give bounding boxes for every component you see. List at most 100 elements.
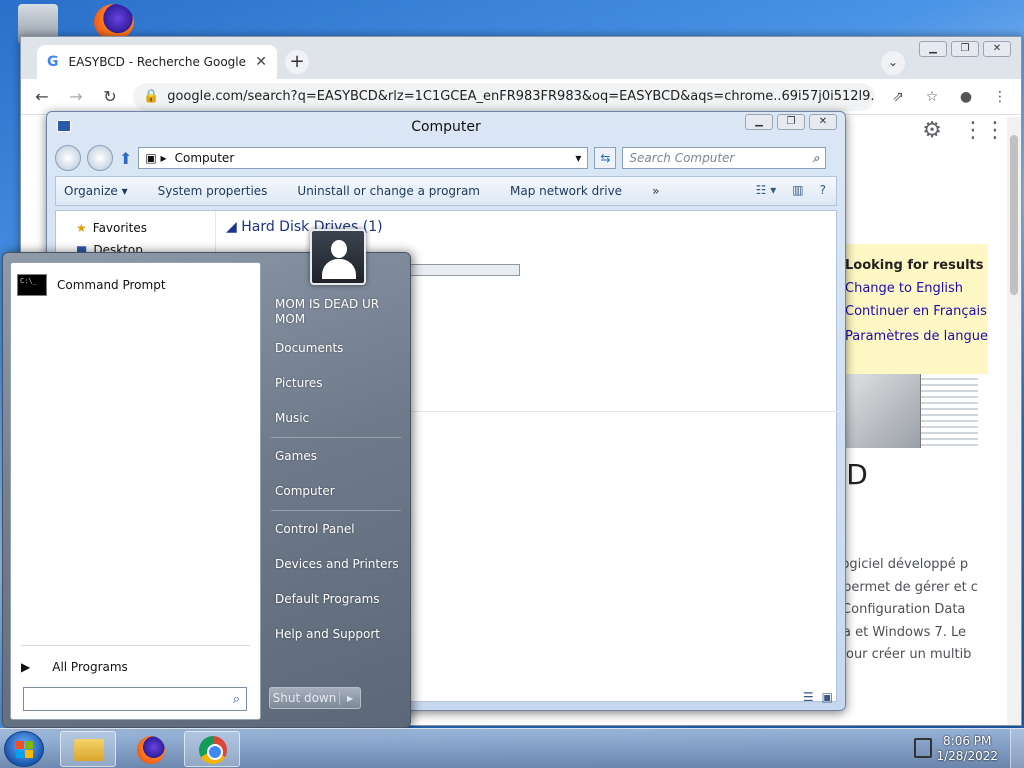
bookmark-star-icon[interactable]: ☆ — [921, 89, 943, 105]
help-icon[interactable]: ? — [820, 183, 826, 197]
disk-usage-bar — [402, 264, 520, 276]
change-to-english-link[interactable]: Change to English — [845, 281, 972, 296]
windows-logo-icon — [16, 741, 34, 759]
preview-pane-icon[interactable]: ▥ — [792, 183, 803, 197]
continue-in-french-link[interactable]: Continuer en Français — [845, 304, 987, 319]
taskbar-explorer-button[interactable] — [60, 731, 116, 767]
command-prompt-label: Command Prompt — [57, 278, 166, 292]
start-menu: C:\_ Command Prompt ▶ All Programs ⌕ MOM… — [2, 229, 411, 728]
command-prompt-item[interactable]: C:\_ Command Prompt — [15, 270, 258, 300]
firefox-desktop-icon[interactable] — [94, 4, 134, 40]
search-icon: ⌕ — [812, 150, 820, 165]
language-settings-link[interactable]: Paramètres de langue — [845, 329, 988, 344]
map-network-drive-button[interactable]: Map network drive — [510, 184, 622, 198]
chrome-icon — [199, 736, 227, 764]
lock-icon: 🔒 — [143, 89, 160, 104]
games-item[interactable]: Games — [275, 449, 405, 464]
start-search-input[interactable] — [30, 692, 233, 706]
page-scrollbar[interactable] — [1007, 117, 1021, 725]
explorer-search-box[interactable]: Search Computer ⌕ — [622, 147, 827, 169]
places-separator-2 — [271, 510, 401, 511]
taskbar-firefox-button[interactable] — [122, 731, 178, 767]
shutdown-options-arrow-icon[interactable]: ▸ — [340, 691, 360, 705]
change-view-icon[interactable]: ☷ ▾ — [756, 183, 777, 197]
refresh-button[interactable]: ⇆ — [594, 147, 617, 169]
tab-close-icon[interactable]: ✕ — [255, 54, 267, 70]
up-arrow-icon[interactable]: ⬆ — [119, 149, 132, 168]
computer-small-icon: ▣ ▸ — [145, 151, 167, 165]
start-button[interactable] — [4, 731, 44, 767]
all-programs-item[interactable]: ▶ All Programs — [21, 660, 128, 674]
explorer-window-controls: ▁ ❐ ✕ — [745, 114, 837, 130]
url-text: google.com/search?q=EASYBCD&rlz=1C1GCEA_… — [167, 89, 875, 104]
explorer-address-bar[interactable]: ▣ ▸ Computer ▾ — [138, 147, 589, 169]
help-support-item[interactable]: Help and Support — [275, 627, 405, 642]
chrome-window-controls: ▁ ❐ ✕ — [919, 41, 1011, 57]
google-header-icons: ⚙ ⋮⋮ — [922, 118, 1006, 143]
system-properties-button[interactable]: System properties — [158, 184, 268, 198]
shutdown-button[interactable]: Shut down ▸ — [269, 687, 361, 709]
explorer-titlebar[interactable]: Computer ▁ ❐ ✕ — [47, 112, 845, 142]
command-prompt-icon: C:\_ — [17, 274, 47, 296]
apps-grid-icon[interactable]: ⋮⋮ — [962, 118, 1006, 143]
forward-button[interactable] — [87, 145, 113, 171]
explorer-search-placeholder: Search Computer — [629, 151, 735, 165]
star-icon: ★ — [76, 221, 87, 235]
back-button[interactable] — [55, 145, 81, 171]
reload-icon[interactable]: ↻ — [99, 87, 121, 106]
pictures-item[interactable]: Pictures — [275, 376, 405, 391]
taskbar-chrome-button[interactable] — [184, 731, 240, 767]
documents-item[interactable]: Documents — [275, 341, 405, 356]
profile-icon[interactable]: ● — [955, 89, 977, 105]
shutdown-label: Shut down — [270, 691, 340, 705]
network-icon[interactable] — [914, 738, 932, 758]
user-avatar[interactable] — [310, 229, 366, 285]
scrollbar-thumb[interactable] — [1010, 135, 1018, 295]
maximize-button[interactable]: ❐ — [951, 41, 979, 57]
clock-date: 1/28/2022 — [936, 749, 998, 763]
programs-separator — [21, 645, 250, 646]
tab-search-button[interactable]: ⌄ — [881, 51, 905, 75]
start-menu-programs-pane: C:\_ Command Prompt ▶ All Programs ⌕ — [10, 262, 261, 720]
arrow-right-icon: ▶ — [21, 660, 31, 674]
explorer-address-row: ⬆ ▣ ▸ Computer ▾ ⇆ Search Computer ⌕ — [47, 142, 845, 174]
organize-button[interactable]: Organize ▾ — [64, 184, 128, 198]
new-tab-button[interactable]: + — [285, 50, 309, 74]
settings-gear-icon[interactable]: ⚙ — [922, 118, 942, 143]
places-separator — [271, 437, 401, 438]
user-name[interactable]: MOM IS DEAD UR MOM — [275, 297, 405, 327]
close-button[interactable]: ✕ — [983, 41, 1011, 57]
browser-tab[interactable]: G EASYBCD - Recherche Google ✕ — [37, 45, 277, 79]
address-dropdown-icon[interactable]: ▾ — [575, 151, 581, 165]
all-programs-label: All Programs — [52, 660, 128, 674]
tab-strip: G EASYBCD - Recherche Google ✕ + ⌄ ▁ ❐ ✕ — [21, 37, 1021, 79]
favorites-item[interactable]: ★ Favorites — [76, 221, 215, 235]
default-programs-item[interactable]: Default Programs — [275, 592, 405, 607]
toolbar: ← → ↻ 🔒 google.com/search?q=EASYBCD&rlz=… — [21, 79, 1021, 115]
system-clock[interactable]: 8:06 PM 1/28/2022 — [936, 734, 998, 764]
more-commands-button[interactable]: » — [652, 184, 659, 198]
details-view-icon[interactable]: ☰ — [803, 690, 814, 704]
start-search-box[interactable]: ⌕ — [23, 687, 247, 711]
result-image[interactable] — [828, 374, 978, 448]
folder-icon — [74, 739, 104, 761]
show-desktop-button[interactable] — [1010, 729, 1024, 768]
devices-printers-item[interactable]: Devices and Printers — [275, 557, 405, 572]
menu-icon[interactable]: ⋮ — [989, 89, 1011, 105]
explorer-minimize-button[interactable]: ▁ — [745, 114, 773, 130]
explorer-close-button[interactable]: ✕ — [809, 114, 837, 130]
explorer-maximize-button[interactable]: ❐ — [777, 114, 805, 130]
back-icon[interactable]: ← — [31, 87, 53, 106]
share-icon[interactable]: ⇗ — [887, 89, 909, 105]
forward-icon[interactable]: → — [65, 87, 87, 106]
minimize-button[interactable]: ▁ — [919, 41, 947, 57]
language-heading: Looking for results in — [845, 258, 988, 273]
music-item[interactable]: Music — [275, 411, 405, 426]
address-path: Computer — [174, 151, 235, 165]
uninstall-program-button[interactable]: Uninstall or change a program — [297, 184, 480, 198]
explorer-title: Computer — [411, 119, 481, 135]
control-panel-item[interactable]: Control Panel — [275, 522, 405, 537]
address-bar[interactable]: 🔒 google.com/search?q=EASYBCD&rlz=1C1GCE… — [133, 82, 875, 111]
tiles-view-icon[interactable]: ▣ — [822, 690, 833, 704]
computer-item[interactable]: Computer — [275, 484, 405, 499]
